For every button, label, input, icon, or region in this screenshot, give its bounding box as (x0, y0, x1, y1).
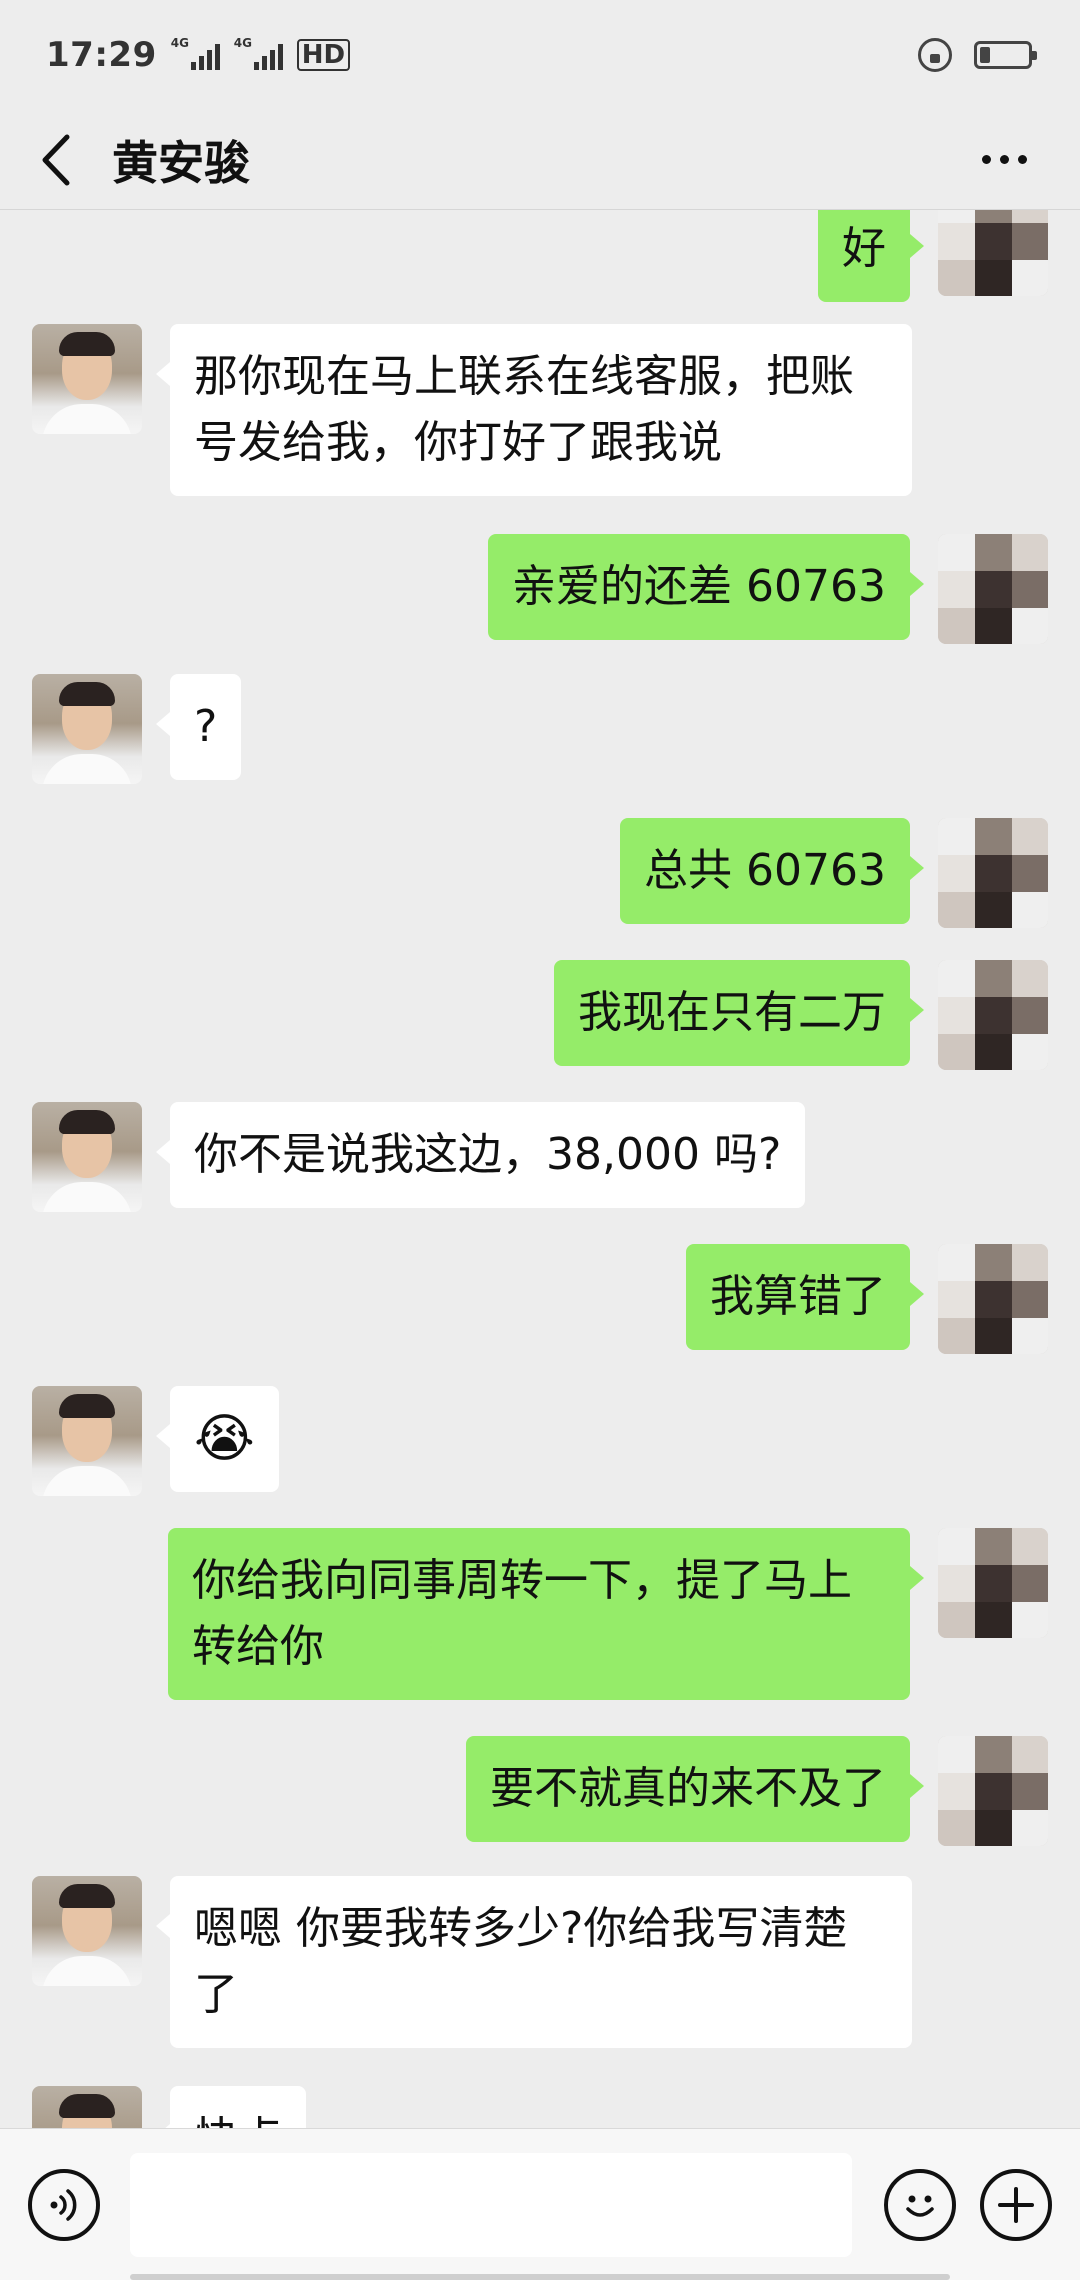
my-avatar[interactable] (938, 1244, 1048, 1354)
chevron-left-icon (42, 134, 70, 185)
input-bar (0, 2128, 1080, 2280)
my-avatar[interactable] (938, 818, 1048, 928)
rotation-lock-icon (918, 38, 952, 72)
outgoing-bubble[interactable]: 我现在只有二万 (554, 960, 924, 1066)
voice-button[interactable] (28, 2168, 100, 2241)
signal-icon-2: 4G (234, 36, 283, 70)
incoming-bubble[interactable]: ? (155, 674, 242, 780)
contact-avatar[interactable] (32, 1386, 142, 1496)
my-avatar[interactable] (938, 1528, 1048, 1638)
contact-avatar[interactable] (32, 1102, 142, 1212)
chat-title: 黄安骏 (112, 135, 250, 190)
incoming-bubble[interactable]: 快点 (156, 2086, 306, 2128)
outgoing-bubble[interactable]: 总共 60763 (620, 818, 924, 924)
my-avatar[interactable] (938, 960, 1048, 1070)
network-type-2: 4G (233, 36, 252, 50)
home-indicator[interactable] (130, 2274, 950, 2280)
status-time: 17:29 (46, 35, 157, 75)
incoming-bubble[interactable]: 嗯嗯 你要我转多少?你给我写清楚了 (156, 1876, 912, 2048)
status-left: 17:29 4G 4G HD (46, 35, 351, 75)
contact-avatar[interactable] (32, 674, 142, 784)
status-right (918, 38, 1037, 72)
battery-icon (974, 41, 1037, 69)
outgoing-bubble[interactable]: 要不就真的来不及了 (466, 1736, 924, 1842)
back-button[interactable] (36, 130, 76, 190)
incoming-bubble[interactable]: 你不是说我这边，38,000 吗? (155, 1102, 806, 1208)
status-bar: 17:29 4G 4G HD (0, 0, 1080, 110)
more-dots-icon (981, 155, 991, 164)
more-button[interactable] (964, 130, 1044, 190)
contact-avatar[interactable] (32, 2086, 142, 2128)
message-input[interactable] (130, 2152, 852, 2257)
outgoing-bubble[interactable]: 我算错了 (686, 1244, 924, 1350)
crying-emoji-bubble[interactable]: 😭 (156, 1386, 279, 1492)
outgoing-bubble[interactable]: 你给我向同事周转一下，提了马上转给你 (168, 1528, 924, 1700)
message-list[interactable]: 好 那你现在马上联系在线客服，把账号发给我，你打好了跟我说 亲爱的还差 6076… (0, 210, 1080, 2128)
contact-avatar[interactable] (32, 324, 142, 434)
outgoing-bubble[interactable]: 亲爱的还差 60763 (488, 534, 924, 640)
chat-header: 黄安骏 (0, 110, 1080, 210)
signal-icon: 4G (171, 36, 220, 70)
my-avatar[interactable] (938, 1736, 1048, 1846)
hd-icon: HD (296, 39, 351, 71)
contact-avatar[interactable] (32, 1876, 142, 1986)
plus-icon (998, 2186, 1034, 2223)
emoji-icon (906, 2195, 934, 2217)
plus-button[interactable] (980, 2168, 1052, 2241)
outgoing-bubble[interactable]: 好 (818, 210, 924, 302)
incoming-bubble[interactable]: 那你现在马上联系在线客服，把账号发给我，你打好了跟我说 (156, 324, 912, 496)
emoji-button[interactable] (884, 2168, 956, 2241)
my-avatar[interactable] (938, 534, 1048, 644)
my-avatar[interactable] (938, 210, 1048, 296)
network-type: 4G (170, 36, 189, 50)
voice-icon (50, 2188, 77, 2221)
